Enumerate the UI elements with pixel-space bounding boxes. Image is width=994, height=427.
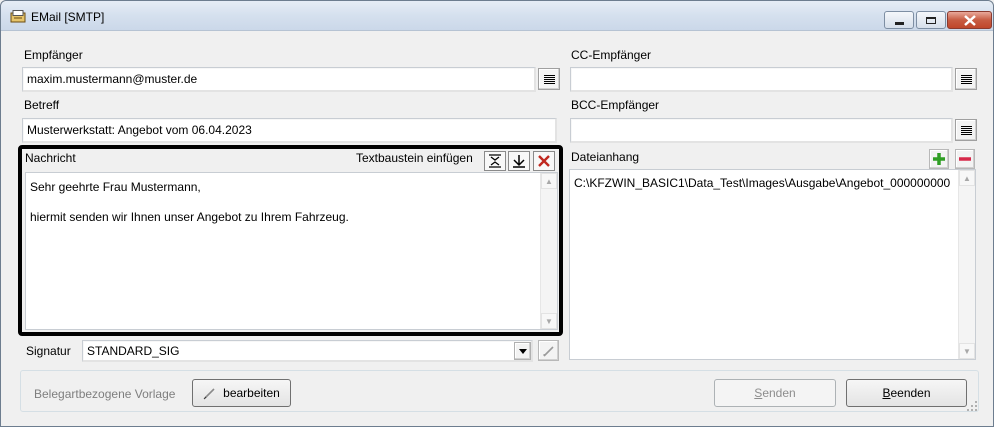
signatur-value: STANDARD_SIG [87, 344, 180, 358]
empfaenger-list-button[interactable] [538, 68, 560, 90]
scroll-up-icon[interactable]: ▲ [959, 170, 975, 186]
minimize-icon [894, 21, 904, 25]
beenden-mnemonic: B [882, 386, 891, 400]
betreff-input[interactable]: Musterwerkstatt: Angebot vom 06.04.2023 [22, 118, 557, 143]
window-title: EMail [SMTP] [31, 10, 105, 24]
close-x-icon [538, 155, 550, 167]
beenden-button[interactable]: Beenden [846, 379, 967, 407]
dateianhang-label: Dateianhang [571, 150, 640, 164]
empfaenger-label: Empfänger [24, 48, 83, 62]
list-icon [960, 125, 972, 135]
maximize-button[interactable] [916, 11, 946, 29]
download-arrow-icon [513, 155, 525, 168]
bcc-input[interactable] [570, 118, 953, 143]
bearbeiten-label: bearbeiten [223, 386, 280, 400]
close-icon [963, 14, 976, 26]
chevron-down-icon [518, 348, 527, 354]
attachment-scrollbar[interactable]: ▲ ▼ [958, 170, 975, 359]
nachricht-scrollbar[interactable]: ▲ ▼ [540, 173, 557, 329]
textbaustein-label: Textbaustein einfügen [356, 151, 473, 165]
list-icon [960, 74, 972, 84]
bearbeiten-button[interactable]: bearbeiten [192, 379, 291, 407]
signatur-label: Signatur [26, 344, 71, 358]
senden-mnemonic: S [754, 386, 763, 400]
minus-icon [959, 157, 971, 161]
attachment-list[interactable]: C:\KFZWIN_BASIC1\Data_Test\Images\Ausgab… [569, 169, 976, 360]
signatur-edit-button[interactable] [538, 340, 559, 361]
senden-label: enden [762, 386, 796, 400]
close-button[interactable] [947, 11, 992, 29]
add-attachment-button[interactable] [929, 149, 949, 169]
nachricht-panel: Nachricht Textbaustein einfügen Sehr gee… [18, 145, 563, 336]
cc-input[interactable] [570, 67, 953, 92]
pencil-icon [542, 345, 554, 357]
scroll-down-icon[interactable]: ▼ [959, 343, 975, 359]
empfaenger-input[interactable]: maxim.mustermann@muster.de [22, 67, 536, 92]
insert-textbaustein-button[interactable] [508, 151, 530, 171]
message-line: hiermit senden wir Ihnen unser Angebot z… [30, 210, 349, 224]
vorlage-label: Belegartbezogene Vorlage [34, 387, 176, 401]
signatur-select[interactable]: STANDARD_SIG [82, 340, 533, 362]
bcc-label: BCC-Empfänger [571, 98, 660, 112]
senden-button[interactable]: Senden [714, 379, 836, 407]
restore-icon [926, 16, 936, 24]
minimize-button[interactable] [884, 11, 914, 29]
plus-icon [933, 153, 945, 165]
signatur-dropdown-button[interactable] [514, 342, 531, 360]
nachricht-label: Nachricht [25, 151, 76, 165]
nachricht-textarea[interactable]: Sehr geehrte Frau Mustermann, hiermit se… [25, 172, 558, 330]
cc-label: CC-Empfänger [571, 48, 652, 62]
delete-textbaustein-button[interactable] [533, 151, 555, 171]
bcc-list-button[interactable] [955, 119, 977, 141]
scroll-up-icon[interactable]: ▲ [541, 173, 557, 189]
expand-textbaustein-button[interactable] [484, 151, 506, 171]
title-bar[interactable]: EMail [SMTP] [1, 1, 993, 31]
cc-list-button[interactable] [955, 68, 977, 90]
attachment-item[interactable]: C:\KFZWIN_BASIC1\Data_Test\Images\Ausgab… [574, 176, 950, 190]
pencil-icon [203, 388, 215, 400]
beenden-label: eenden [890, 386, 931, 400]
expand-icon [489, 154, 501, 168]
resize-grip-icon[interactable] [965, 399, 979, 413]
remove-attachment-button[interactable] [955, 149, 975, 169]
envelope-printer-icon [10, 10, 26, 23]
list-icon [543, 74, 555, 84]
scroll-down-icon[interactable]: ▼ [541, 313, 557, 329]
message-line: Sehr geehrte Frau Mustermann, [30, 180, 201, 194]
email-smtp-window: EMail [SMTP] Empfänger maxim.mustermann@… [0, 0, 994, 427]
betreff-label: Betreff [24, 98, 60, 112]
